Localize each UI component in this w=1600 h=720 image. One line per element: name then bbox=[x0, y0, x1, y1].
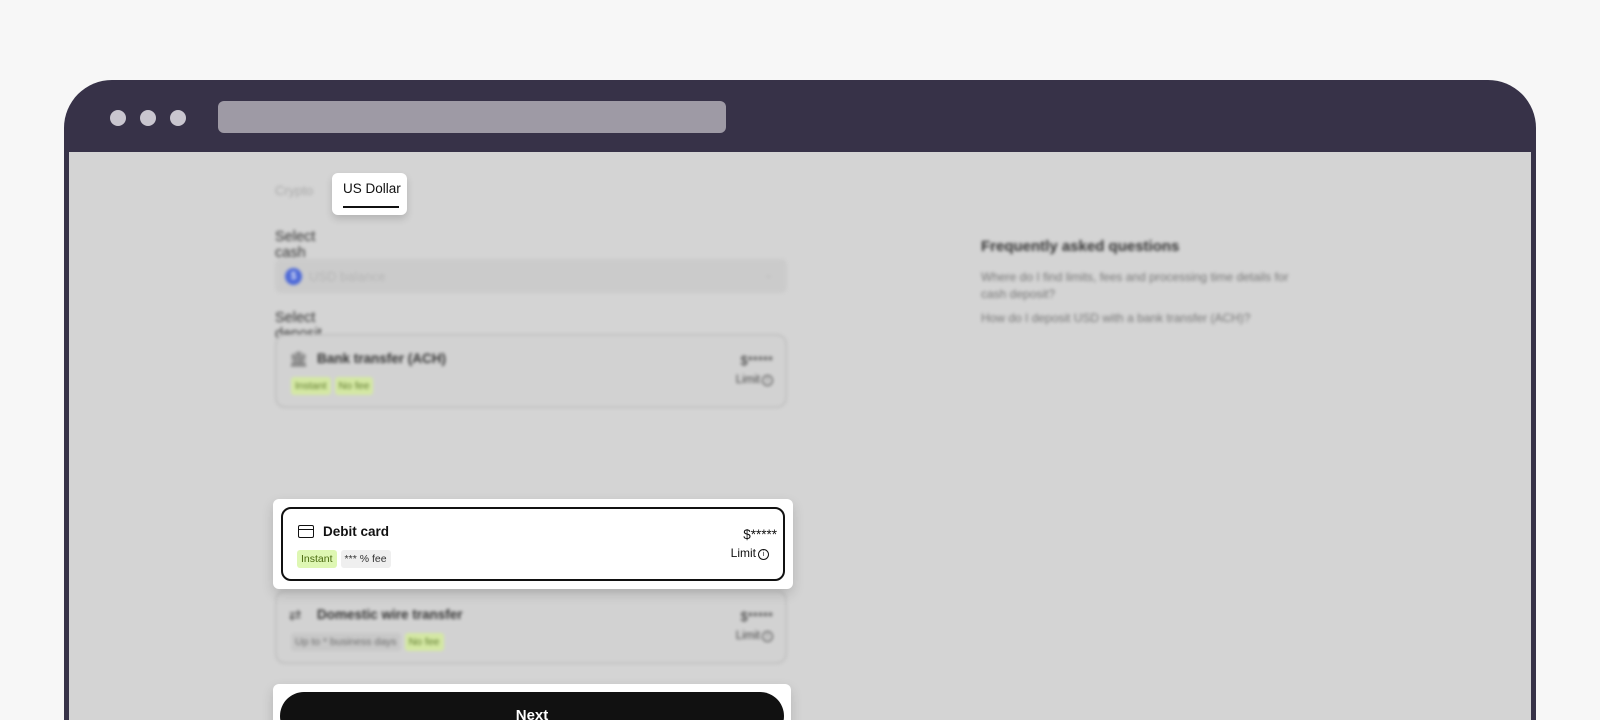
tag-fee: No fee bbox=[404, 633, 444, 651]
minimize-dot-icon[interactable] bbox=[140, 110, 156, 126]
cash-select-value: USD balance bbox=[309, 269, 386, 284]
tab-label: US Dollar bbox=[343, 181, 401, 196]
tag-fee: *** % fee bbox=[340, 550, 391, 568]
faq-item[interactable]: Where do I find limits, fees and process… bbox=[981, 269, 1311, 303]
highlight-debit-card: Debit card Instant *** % fee $***** Limi… bbox=[273, 499, 793, 589]
window-controls bbox=[110, 110, 186, 126]
address-bar[interactable] bbox=[218, 101, 726, 133]
select-cash-label: Select cash bbox=[275, 229, 316, 261]
tab-crypto[interactable]: Crypto bbox=[275, 183, 313, 198]
method-title: Debit card bbox=[323, 524, 390, 539]
method-tags: Instant No fee bbox=[291, 377, 374, 395]
limit-label: Limit bbox=[735, 374, 760, 386]
info-icon[interactable]: i bbox=[762, 375, 773, 386]
faq-title: Frequently asked questions bbox=[981, 238, 1180, 255]
method-title: Domestic wire transfer bbox=[317, 607, 463, 622]
usd-coin-icon: $ bbox=[285, 268, 302, 285]
app-screen: Crypto Select cash $ USD balance ⌄ Selec… bbox=[69, 152, 1531, 720]
method-tags: Up to * business days No fee bbox=[291, 633, 444, 651]
method-title: Bank transfer (ACH) bbox=[317, 351, 447, 366]
method-amount: $***** bbox=[743, 527, 777, 542]
method-limit: Limit i bbox=[731, 546, 769, 560]
limit-label: Limit bbox=[735, 630, 760, 642]
method-card-ach[interactable]: 🏛 Bank transfer (ACH) Instant No fee $**… bbox=[275, 334, 787, 408]
highlight-next: Next bbox=[273, 684, 791, 720]
next-button[interactable]: Next bbox=[280, 692, 784, 720]
info-icon[interactable]: i bbox=[758, 549, 769, 560]
tag-duration: Up to * business days bbox=[291, 633, 401, 651]
credit-card-icon bbox=[298, 525, 314, 538]
transfer-arrows-icon: ⇄ bbox=[289, 607, 302, 624]
tag-instant: Instant bbox=[291, 377, 331, 395]
method-card-debit[interactable]: Debit card Instant *** % fee $***** Limi… bbox=[281, 507, 785, 581]
tag-fee: No fee bbox=[334, 377, 374, 395]
tab-us-dollar[interactable]: US Dollar bbox=[332, 173, 407, 215]
cash-select[interactable]: $ USD balance ⌄ bbox=[275, 259, 787, 293]
info-icon[interactable]: i bbox=[762, 631, 773, 642]
bank-icon: 🏛 bbox=[289, 351, 309, 368]
method-card-wire[interactable]: ⇄ Domestic wire transfer Up to * busines… bbox=[275, 590, 787, 664]
method-amount: $***** bbox=[740, 609, 773, 624]
faq-item[interactable]: How do I deposit USD with a bank transfe… bbox=[981, 310, 1311, 327]
active-tab-indicator bbox=[343, 206, 399, 208]
chevron-down-icon: ⌄ bbox=[763, 269, 773, 281]
close-dot-icon[interactable] bbox=[110, 110, 126, 126]
method-tags: Instant *** % fee bbox=[297, 550, 391, 568]
tag-instant: Instant bbox=[297, 550, 337, 568]
maximize-dot-icon[interactable] bbox=[170, 110, 186, 126]
method-limit: Limit i bbox=[736, 630, 773, 642]
limit-label: Limit bbox=[730, 546, 756, 560]
method-amount: $***** bbox=[740, 353, 773, 368]
faq-panel: Frequently asked questions Where do I fi… bbox=[981, 238, 1311, 334]
method-limit: Limit i bbox=[736, 374, 773, 386]
browser-frame: Crypto Select cash $ USD balance ⌄ Selec… bbox=[64, 80, 1536, 720]
